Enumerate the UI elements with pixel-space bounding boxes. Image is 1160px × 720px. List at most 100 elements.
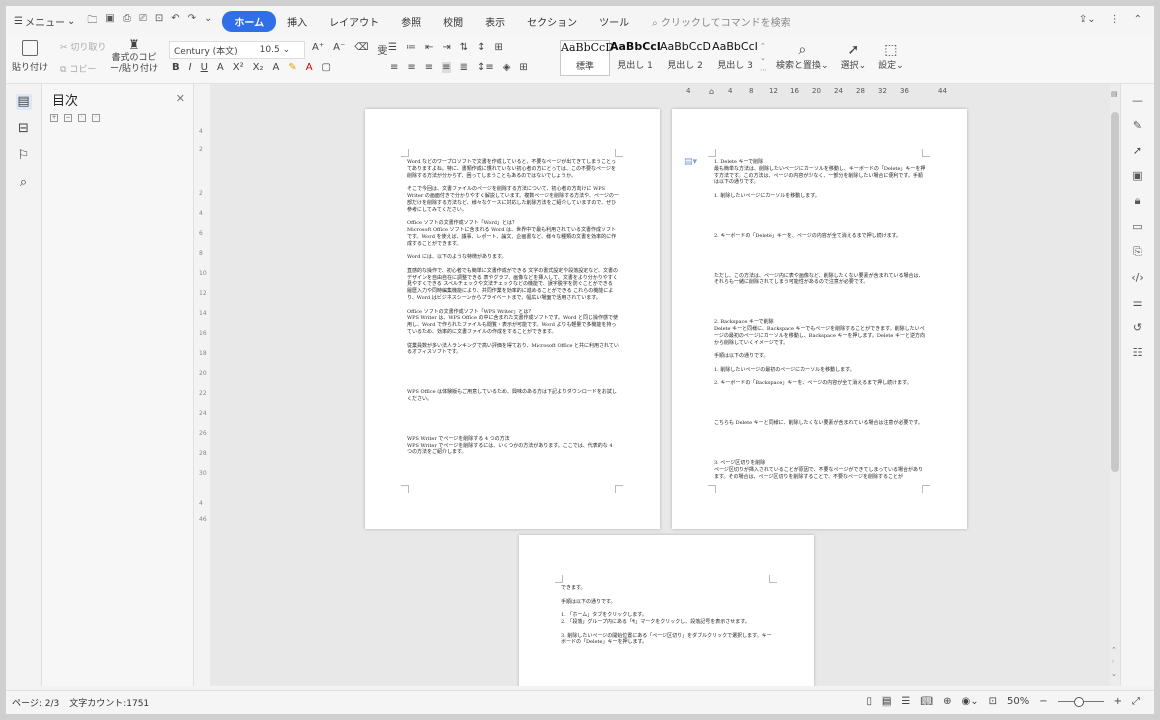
text-effect-icon[interactable]: A <box>272 62 279 73</box>
scrollbar-thumb[interactable] <box>1111 112 1119 472</box>
tab-section[interactable]: セクション <box>516 11 588 32</box>
pointer-icon[interactable]: ➚ <box>1121 144 1154 157</box>
distributed-icon[interactable]: ≣ <box>460 62 468 73</box>
page-view-icon[interactable]: ▤ <box>881 696 892 707</box>
zoom-slider[interactable] <box>1057 697 1104 707</box>
level-down-icon[interactable]: · <box>92 114 100 122</box>
search-replace-button[interactable]: ⌕ 検索と置換⌄ <box>776 42 829 71</box>
shading-icon[interactable]: ◈ <box>503 62 511 73</box>
print-preview-icon[interactable]: ⊡ <box>155 13 163 30</box>
superscript-icon[interactable]: X² <box>233 62 244 73</box>
list-icon[interactable]: ☷ <box>1121 346 1154 359</box>
zoom-level[interactable]: 50% <box>1007 696 1029 707</box>
eye-protection-icon[interactable]: ◉⌄ <box>961 696 978 707</box>
font-size-select[interactable]: 10.5 ⌄ <box>260 45 290 55</box>
lock-icon[interactable]: 🔒︎ <box>1121 194 1154 208</box>
decrease-indent-icon[interactable]: ⇤ <box>425 42 433 53</box>
tab-references[interactable]: 参照 <box>390 11 432 32</box>
bold-icon[interactable]: B <box>172 62 180 73</box>
indent-marker-icon[interactable]: ⌂ <box>709 87 714 96</box>
undo-icon[interactable]: ↶ <box>171 13 179 30</box>
pen-icon[interactable]: ✎ <box>1121 119 1154 132</box>
line-spacing-icon[interactable]: ↕≡ <box>477 62 494 73</box>
tab-view[interactable]: 表示 <box>474 11 516 32</box>
page-1-body[interactable]: Word などのワープロソフトで文書を作成していると、不要なページが出てきてしま… <box>407 159 619 463</box>
shrink-font-icon[interactable]: A⁻ <box>333 42 345 57</box>
code-icon[interactable]: ‹/› <box>1121 271 1154 284</box>
tab-home[interactable]: ホーム <box>222 10 277 32</box>
document-icon[interactable]: ▭ <box>1121 220 1154 233</box>
format-painter-button[interactable]: ♜ 書式のコピー/貼り付け <box>106 38 162 75</box>
align-center-icon[interactable]: ≡ <box>407 62 415 73</box>
save-icon[interactable]: ▣ <box>105 13 114 30</box>
strikethrough-icon[interactable]: A <box>217 62 224 73</box>
highlight-icon[interactable]: ✎ <box>288 62 296 73</box>
style-heading-1[interactable]: AaBbCcI 見出し 1 <box>610 40 661 76</box>
select-button[interactable]: ➚ 選択⌄ <box>841 42 867 71</box>
minus-icon[interactable]: — <box>1121 94 1154 107</box>
zoom-out-icon[interactable]: − <box>1039 696 1047 707</box>
cut-button[interactable]: ✂ 切り取り <box>60 40 106 53</box>
page-nav-icon[interactable]: ⌃ ◦ ⌄ <box>1111 644 1117 680</box>
phonetic-icon[interactable]: 雯 <box>377 42 387 57</box>
fit-page-icon[interactable]: ⊡ <box>989 696 997 707</box>
paste-button[interactable]: 貼り付け <box>12 38 48 73</box>
scroll-up-icon[interactable]: ▤ <box>1111 90 1118 98</box>
open-folder-icon[interactable]: 🗀 <box>87 13 97 30</box>
tab-layout[interactable]: レイアウト <box>318 11 390 32</box>
align-left-icon[interactable]: ≡ <box>390 62 398 73</box>
align-right-icon[interactable]: ≡ <box>425 62 433 73</box>
menu-button[interactable]: ☰ メニュー ⌄ <box>6 14 75 29</box>
bookmark-icon[interactable]: ⚐ <box>16 148 32 164</box>
close-icon[interactable]: ✕ <box>176 92 185 105</box>
more-icon[interactable]: ⌄ <box>204 13 212 30</box>
style-gallery-scroll[interactable]: ⌃ ⌄ ⋯ <box>760 40 768 76</box>
page-3-body[interactable]: できます。 手順は以下の通りです。 1. 「ホーム」タブをクリックします。 2.… <box>561 585 773 653</box>
zoom-in-icon[interactable]: + <box>1114 696 1122 707</box>
share-icon[interactable]: ⇪⌄ <box>1079 14 1096 25</box>
style-heading-3[interactable]: AaBbCcI 見出し 3 <box>710 40 760 76</box>
translate-icon[interactable]: ⎘ <box>1121 245 1154 259</box>
grow-font-icon[interactable]: A⁺ <box>312 42 324 57</box>
collapse-ribbon-icon[interactable]: ⌃ <box>1134 14 1142 25</box>
style-heading-2[interactable]: AaBbCcD 見出し 2 <box>660 40 711 76</box>
tab-review[interactable]: 校閲 <box>432 11 474 32</box>
subscript-icon[interactable]: X₂ <box>253 62 264 73</box>
sliders-icon[interactable]: ⚌ <box>1121 296 1154 309</box>
asian-layout-icon[interactable]: ⊞ <box>495 42 503 53</box>
document-page-2[interactable]: ▤▾ 1. Delete キーで削除 最も簡単な方法は、削除したいページにカーソ… <box>672 109 967 529</box>
document-page-1[interactable]: Word などのワープロソフトで文書を作成していると、不要なページが出てきてしま… <box>365 109 660 529</box>
navigation-icon[interactable]: ⊟ <box>16 121 32 137</box>
page-2-body[interactable]: 1. Delete キーで削除 最も簡単な方法は、削除したいページにカーソルを移… <box>714 159 926 487</box>
document-canvas[interactable]: 4 ⌂ 4 8 12 16 20 24 28 32 36 44 Word などの… <box>210 84 1110 686</box>
web-view-icon[interactable]: ⊕ <box>943 696 951 707</box>
numbering-icon[interactable]: ≔ <box>406 42 416 53</box>
paragraph-handle-icon[interactable]: ▤▾ <box>684 157 697 167</box>
expand-all-icon[interactable]: + <box>50 114 58 122</box>
find-icon[interactable]: ⌕ <box>16 175 32 191</box>
redo-icon[interactable]: ↷ <box>188 13 196 30</box>
settings-button[interactable]: ⬚ 設定⌄ <box>878 42 904 71</box>
document-page-3[interactable]: できます。 手順は以下の通りです。 1. 「ホーム」タブをクリックします。 2.… <box>519 535 814 686</box>
bullets-icon[interactable]: ☰ <box>388 42 397 53</box>
toc-panel-icon[interactable]: ▤ <box>15 94 32 110</box>
history-icon[interactable]: ↺ <box>1121 321 1154 334</box>
underline-icon[interactable]: U <box>201 62 208 73</box>
print-icon[interactable]: ⎚ <box>139 13 147 30</box>
clear-format-icon[interactable]: ⌫ <box>354 42 368 57</box>
fullscreen-icon[interactable]: ⤢ <box>1132 696 1140 707</box>
command-search[interactable]: ⌕ クリックしてコマンドを検索 <box>652 14 791 29</box>
tab-insert[interactable]: 挿入 <box>276 11 318 32</box>
collapse-all-icon[interactable]: − <box>64 114 72 122</box>
borders-icon[interactable]: ⊞ <box>519 62 527 73</box>
copy-button[interactable]: ⧉ コピー <box>60 62 96 75</box>
font-name-select[interactable]: Century (本文) 10.5 ⌄ <box>169 41 305 59</box>
document-check-icon[interactable]: ▯ <box>866 696 872 707</box>
style-normal[interactable]: AaBbCcD 標準 <box>560 40 614 76</box>
export-pdf-icon[interactable]: ⎙ <box>123 13 131 30</box>
text-direction-icon[interactable]: ↕ <box>477 42 485 53</box>
page-indicator[interactable]: ページ: 2/3 <box>12 696 59 709</box>
justify-icon[interactable]: ≡ <box>442 62 451 73</box>
font-color-icon[interactable]: A <box>306 62 313 73</box>
reading-view-icon[interactable]: 📖︎ <box>920 696 933 707</box>
